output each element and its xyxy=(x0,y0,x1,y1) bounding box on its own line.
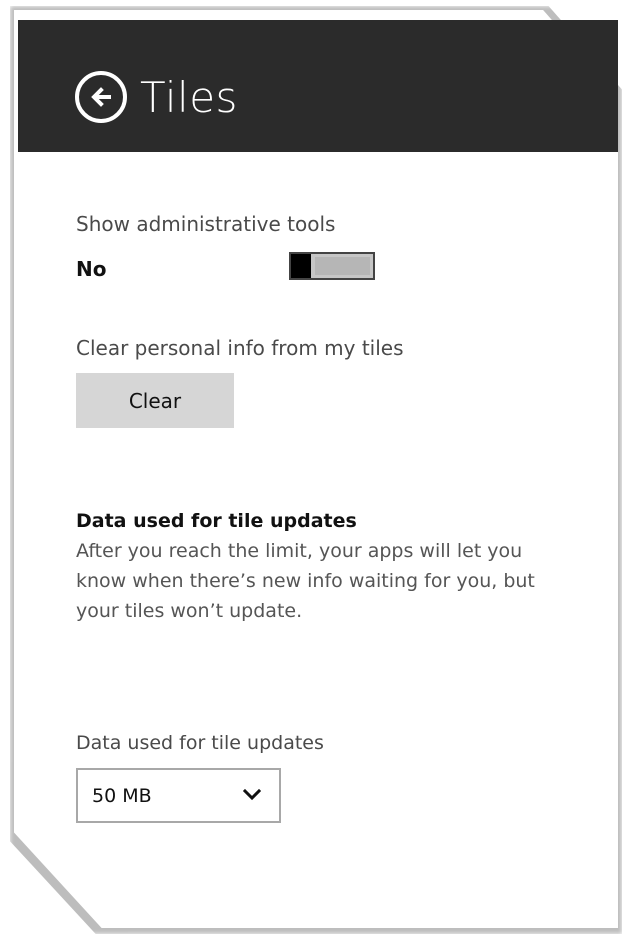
tile-updates-heading: Data used for tile updates xyxy=(76,510,357,532)
chevron-down-icon xyxy=(243,788,261,801)
admin-tools-state: No xyxy=(76,257,107,281)
admin-tools-toggle[interactable] xyxy=(289,252,375,280)
data-limit-dropdown[interactable]: 50 MB xyxy=(76,768,281,823)
toggle-track xyxy=(315,257,370,275)
tile-updates-description: After you reach the limit, your apps wil… xyxy=(76,540,535,622)
clear-info-label: Clear personal info from my tiles xyxy=(76,336,404,360)
page-title: Tiles xyxy=(140,73,238,122)
header-bar: Tiles xyxy=(18,20,618,152)
back-button[interactable] xyxy=(75,71,127,123)
toggle-knob xyxy=(291,254,311,278)
admin-tools-label: Show administrative tools xyxy=(76,212,336,236)
tiles-settings-page: Tiles Show administrative tools No Clear… xyxy=(0,0,625,937)
data-limit-label: Data used for tile updates xyxy=(76,732,324,754)
back-arrow-circle-icon xyxy=(91,87,111,107)
clear-button[interactable]: Clear xyxy=(76,373,234,428)
dropdown-selected-value: 50 MB xyxy=(92,785,152,807)
